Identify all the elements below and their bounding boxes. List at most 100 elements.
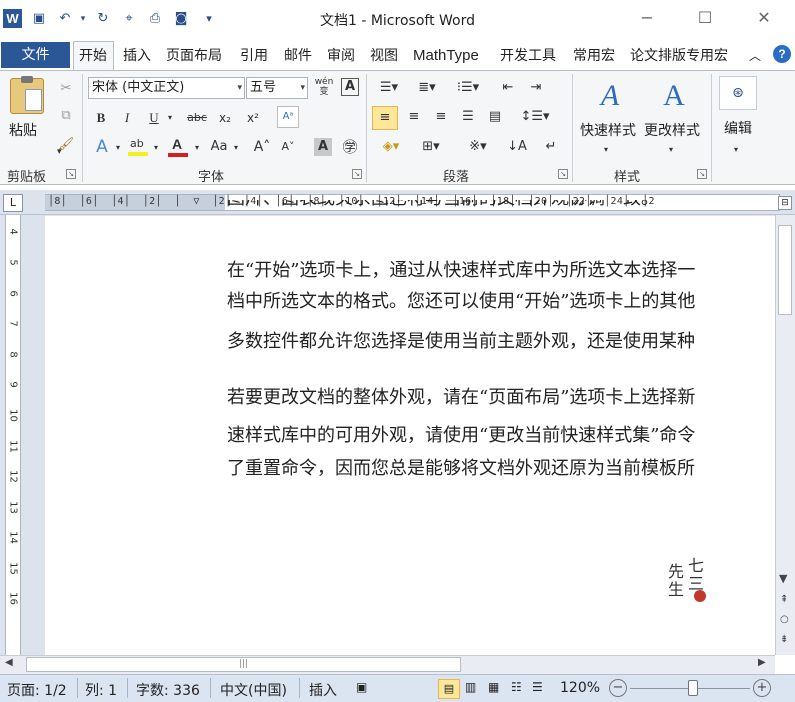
maximize-icon[interactable]: ☐ (685, 5, 725, 31)
underline-dropdown-icon[interactable]: ▾ (165, 108, 175, 128)
quick-styles-button[interactable]: 快速样式 (580, 120, 636, 140)
zoom-slider-thumb[interactable] (688, 680, 698, 696)
zoom-in-icon[interactable]: + (753, 679, 771, 697)
borders-icon[interactable]: ⊞▾ (414, 137, 448, 157)
tab-file[interactable]: 文件 (1, 42, 70, 68)
previous-page-icon[interactable]: ⇞ (780, 594, 788, 605)
align-center-button[interactable]: ≡ (403, 107, 425, 127)
phonetic-guide-icon[interactable]: wén 变 (313, 77, 335, 97)
change-styles-dropdown-icon[interactable]: ▾ (669, 140, 673, 160)
scroll-down-icon[interactable]: ▼ (779, 572, 787, 585)
quick-styles-icon[interactable]: A (592, 78, 628, 114)
enclose-chars-icon[interactable]: ㊫ (340, 137, 360, 157)
paste-icon[interactable] (10, 76, 44, 114)
text-effects-dropdown-icon[interactable]: ▾ (113, 138, 123, 158)
increase-indent-icon[interactable]: ⇥ (525, 78, 547, 98)
decrease-indent-icon[interactable]: ⇤ (497, 78, 519, 98)
cut-icon[interactable]: ✂ (56, 79, 76, 99)
italic-button[interactable]: I (119, 108, 135, 128)
copy-icon[interactable]: ⧉ (56, 106, 76, 126)
binoculars-icon[interactable]: ⊛ (719, 76, 757, 110)
paragraph-launcher-icon[interactable]: ↘ (558, 169, 568, 179)
scroll-left-icon[interactable]: ◀ (5, 657, 13, 668)
tab-page-layout[interactable]: 页面布局 (166, 46, 222, 66)
strikethrough-button[interactable]: abc (186, 108, 208, 128)
line-spacing-icon[interactable]: ↕☰▾ (520, 107, 550, 127)
font-launcher-icon[interactable]: ↘ (352, 169, 362, 179)
draft-view-icon[interactable]: ☰ (532, 680, 543, 694)
change-case-dropdown-icon[interactable]: ▾ (231, 138, 241, 158)
next-page-icon[interactable]: ⇟ (780, 634, 788, 645)
clipboard-launcher-icon[interactable]: ↘ (66, 169, 76, 179)
browse-object-icon[interactable]: ○ (780, 614, 789, 625)
minimize-icon[interactable]: − (627, 5, 667, 31)
tab-home[interactable]: 开始 (79, 46, 107, 66)
char-shading-icon[interactable]: A (314, 138, 332, 156)
vertical-ruler[interactable] (5, 215, 21, 655)
change-styles-icon[interactable]: A (656, 78, 692, 114)
bullets-icon[interactable]: ☰▾ (374, 78, 404, 98)
close-icon[interactable]: ✕ (744, 5, 784, 31)
show-marks-icon[interactable]: ↵ (540, 137, 562, 157)
sort-icon[interactable]: ↓A (505, 137, 529, 157)
scroll-right-icon[interactable]: ▶ (758, 657, 766, 668)
tab-common-macros[interactable]: 常用宏 (573, 46, 615, 66)
tab-references[interactable]: 引用 (240, 46, 268, 66)
font-color-icon[interactable]: A (168, 136, 190, 158)
align-left-button[interactable]: ≡ (372, 106, 398, 130)
underline-button[interactable]: U (146, 108, 162, 128)
justify-button[interactable]: ☰ (457, 107, 479, 127)
font-name-combo[interactable]: 宋体 (中文正文) ▾ (88, 77, 245, 99)
font-size-combo[interactable]: 五号 ▾ (246, 77, 308, 99)
column-indicator[interactable]: 列: 1 (85, 680, 117, 700)
superscript-button[interactable]: x² (243, 108, 263, 128)
help-icon[interactable]: ? (773, 45, 791, 63)
font-color-dropdown-icon[interactable]: ▾ (192, 138, 202, 158)
full-screen-view-icon[interactable]: ▥ (465, 680, 476, 694)
highlight-color-icon[interactable]: ab (128, 137, 150, 157)
macro-record-icon[interactable]: ▣ (356, 680, 367, 694)
tab-selector-icon[interactable]: L (3, 194, 23, 212)
grow-font-button[interactable]: A˄ (252, 137, 272, 157)
char-border-icon[interactable]: A (341, 78, 359, 96)
subscript-button[interactable]: x₂ (215, 108, 235, 128)
zoom-out-icon[interactable]: − (609, 679, 627, 697)
clear-formatting-icon[interactable]: Aᵃ (277, 106, 299, 128)
styles-launcher-icon[interactable]: ↘ (697, 169, 707, 179)
format-painter-icon[interactable]: 🖌 (56, 135, 76, 155)
web-layout-view-icon[interactable]: ▦ (488, 680, 499, 694)
editing-dropdown-icon[interactable]: ▾ (734, 140, 738, 160)
tab-insert[interactable]: 插入 (123, 46, 151, 66)
tab-mailings[interactable]: 邮件 (284, 46, 312, 66)
change-case-button[interactable]: Aa (207, 137, 231, 157)
align-right-button[interactable]: ≡ (430, 107, 452, 127)
zoom-level[interactable]: 120% (560, 680, 600, 696)
tab-developer[interactable]: 开发工具 (500, 46, 556, 66)
quick-styles-dropdown-icon[interactable]: ▾ (604, 140, 608, 160)
tab-view[interactable]: 视图 (370, 46, 398, 66)
collapse-ribbon-icon[interactable]: ︿ (749, 46, 761, 66)
paste-button[interactable]: 粘贴 (9, 120, 37, 140)
horizontal-scroll-thumb[interactable]: ||| (26, 657, 461, 672)
language-indicator[interactable]: 中文(中国) (220, 680, 287, 700)
tab-thesis-macros[interactable]: 论文排版专用宏 (630, 46, 728, 66)
word-count[interactable]: 字数: 336 (136, 680, 200, 700)
vertical-scroll-thumb[interactable] (778, 225, 792, 315)
editing-button[interactable]: 编辑 (724, 118, 752, 138)
tab-review[interactable]: 审阅 (327, 46, 355, 66)
distributed-button[interactable]: ▤ (484, 107, 506, 127)
shading-icon[interactable]: ◈▾ (374, 137, 408, 157)
print-layout-view-icon[interactable]: ▤ (438, 679, 460, 699)
outline-view-icon[interactable]: ☷ (511, 680, 522, 694)
shrink-font-button[interactable]: A˅ (278, 137, 298, 157)
text-effects-icon[interactable]: A (92, 137, 112, 157)
bold-button[interactable]: B (93, 108, 109, 128)
numbering-icon[interactable]: ≣▾ (412, 78, 442, 98)
view-ruler-icon[interactable]: ⊟ (778, 196, 792, 210)
page-indicator[interactable]: 页面: 1/2 (7, 680, 67, 700)
change-styles-button[interactable]: 更改样式 (644, 120, 700, 140)
chinese-layout-icon[interactable]: ※▾ (461, 137, 495, 157)
insert-mode[interactable]: 插入 (309, 680, 337, 700)
tab-mathtype[interactable]: MathType (413, 46, 479, 66)
highlight-dropdown-icon[interactable]: ▾ (151, 138, 161, 158)
